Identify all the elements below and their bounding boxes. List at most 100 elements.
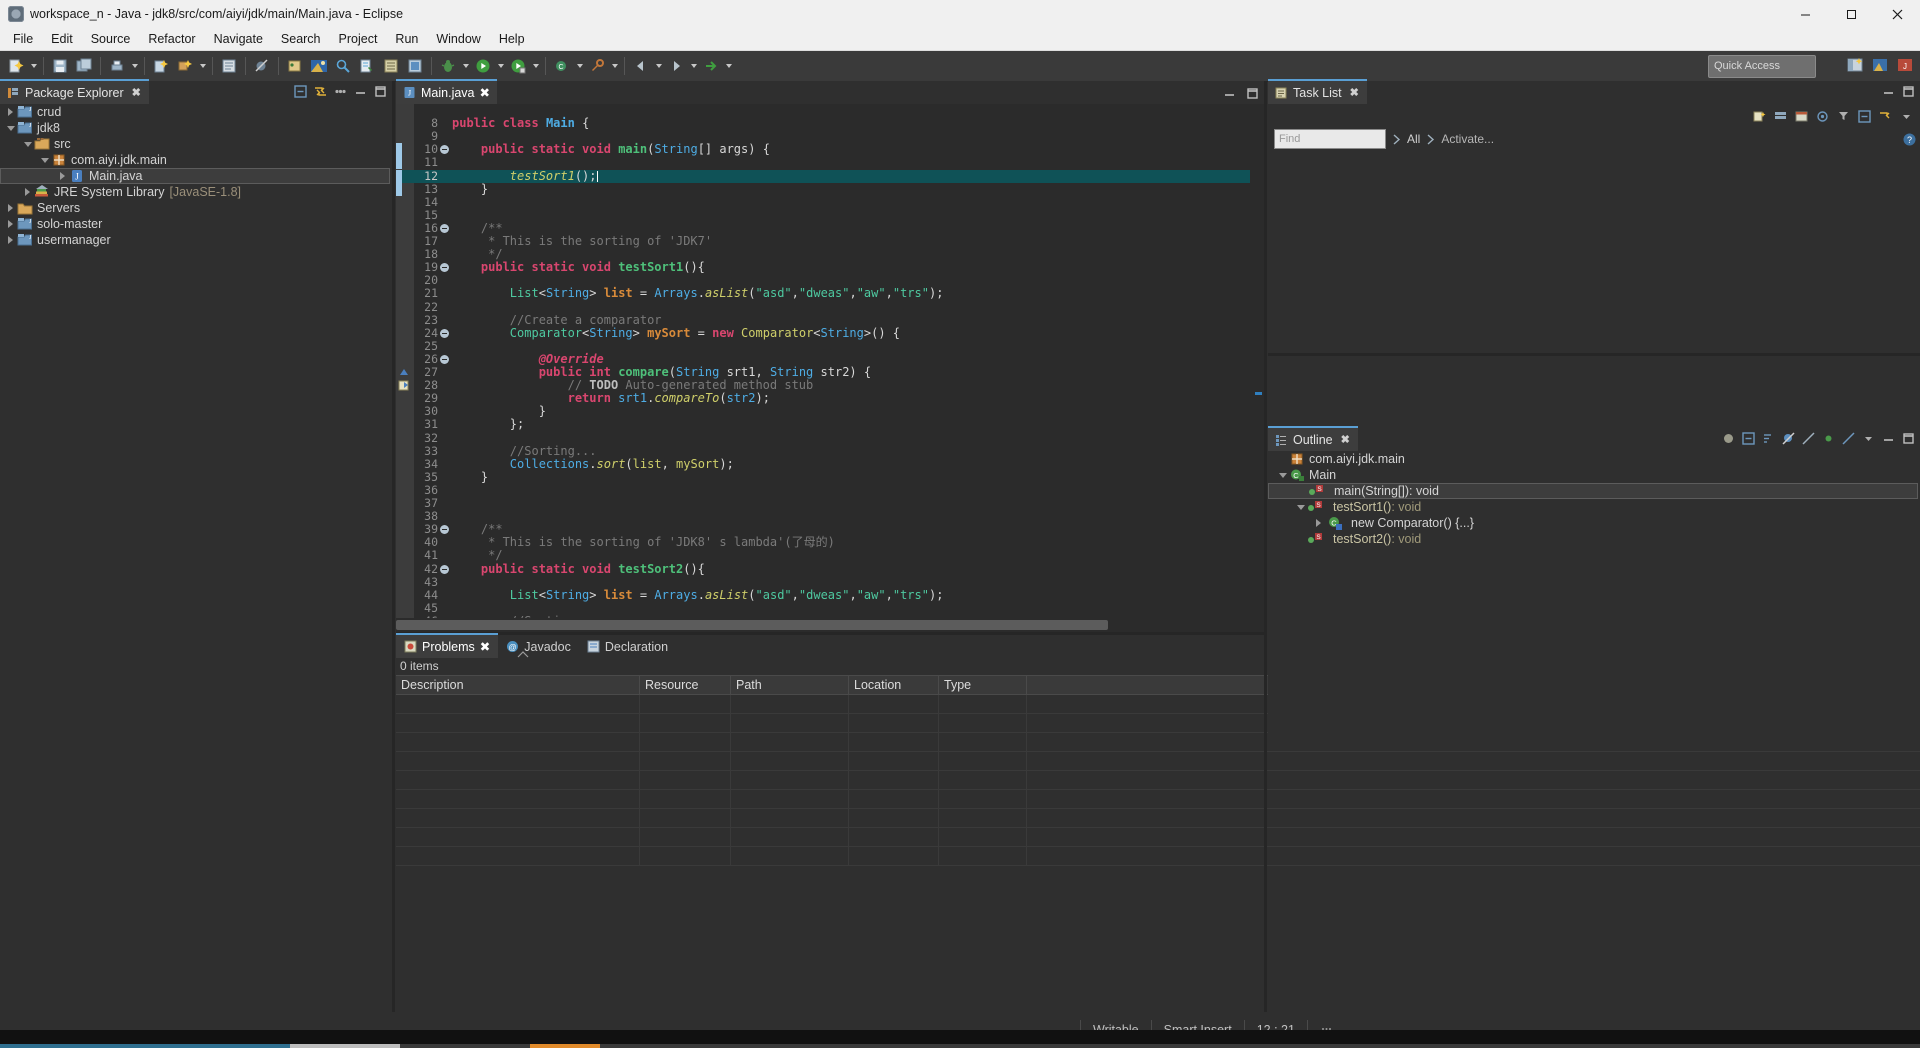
outline-row[interactable]: Cnew Comparator() {...} — [1268, 515, 1920, 531]
new-task-icon[interactable] — [1750, 107, 1769, 126]
close-button[interactable] — [1874, 0, 1920, 28]
code-line[interactable]: 10 public static void main(String[] args… — [396, 143, 1264, 157]
close-icon[interactable]: ✖ — [132, 86, 141, 99]
column-header[interactable]: Type — [939, 676, 1027, 694]
maximize-editor-icon[interactable] — [1243, 84, 1262, 103]
fold-collapse-icon[interactable] — [440, 328, 449, 338]
menu-source[interactable]: Source — [82, 29, 140, 49]
open-type-icon[interactable] — [218, 55, 240, 77]
menu-window[interactable]: Window — [427, 29, 489, 49]
print-dropdown-icon[interactable] — [129, 55, 140, 77]
twisty-expanded-icon[interactable] — [1276, 467, 1289, 483]
table-row[interactable] — [396, 771, 1920, 790]
java-perspective-icon[interactable] — [308, 55, 330, 77]
code-line[interactable]: 19 public static void testSort1(){ — [396, 261, 1264, 274]
link-with-editor-icon[interactable] — [311, 82, 330, 101]
close-icon[interactable]: ✖ — [1350, 86, 1359, 99]
chevron-right-icon-2[interactable] — [1426, 133, 1435, 145]
outline-row[interactable]: com.aiyi.jdk.main — [1268, 451, 1920, 467]
external-tools-dropdown-icon[interactable] — [609, 55, 620, 77]
package-explorer-row[interactable]: Jusermanager — [0, 232, 392, 248]
fold-collapse-icon[interactable] — [440, 263, 449, 273]
maximize-button[interactable] — [1828, 0, 1874, 28]
twisty-collapsed-icon[interactable] — [4, 232, 17, 248]
code-line[interactable]: 21 List<String> list = Arrays.asList("as… — [396, 287, 1264, 300]
task-filter-all[interactable]: All — [1407, 132, 1420, 146]
code-line-highlighted[interactable]: 12 testSort1(); — [396, 169, 1264, 183]
view-menu-icon[interactable] — [331, 82, 350, 101]
twisty-collapsed-icon[interactable] — [4, 216, 17, 232]
task-list-menu-icon[interactable] — [1897, 107, 1916, 126]
twisty-expanded-icon[interactable] — [4, 120, 17, 136]
debug-dropdown-icon[interactable] — [460, 55, 471, 77]
twisty-expanded-icon[interactable] — [1294, 499, 1307, 515]
forward-icon[interactable] — [700, 55, 722, 77]
code-editor[interactable]: 8 public class Main {9 10 public static vo… — [396, 104, 1264, 632]
code-line[interactable]: 14 — [396, 195, 1264, 209]
new-package-dropdown-icon[interactable] — [197, 55, 208, 77]
new-package-icon[interactable] — [174, 55, 196, 77]
maximize-outline-icon[interactable] — [1899, 429, 1918, 448]
code-line[interactable]: 34 Collections.sort(list, mySort); — [396, 457, 1264, 471]
tab-problems[interactable]: Problems ✖ — [396, 633, 499, 658]
hide-fields-icon[interactable] — [1779, 429, 1798, 448]
twisty-collapsed-icon[interactable] — [4, 104, 17, 120]
run-icon[interactable] — [472, 55, 494, 77]
code-line[interactable]: 40 * This is the sorting of 'JDK8' s lam… — [396, 536, 1264, 549]
outline-tree[interactable]: com.aiyi.jdk.main C Main Smain(String[]) : … — [1268, 451, 1920, 736]
next-annotation-icon[interactable] — [665, 55, 687, 77]
search-icon[interactable] — [332, 55, 354, 77]
collapse-tasks-icon[interactable] — [1855, 107, 1874, 126]
categorize-icon[interactable] — [1771, 107, 1790, 126]
quick-access-input[interactable]: Quick Access — [1708, 55, 1816, 78]
fold-collapse-icon[interactable] — [440, 525, 449, 535]
task-activate-link[interactable]: Activate... — [1441, 132, 1494, 146]
package-explorer-row[interactable]: com.aiyi.jdk.main — [0, 152, 392, 168]
table-row[interactable] — [396, 847, 1920, 866]
twisty-collapsed-icon[interactable] — [56, 168, 69, 184]
code-line[interactable]: 24 Comparator<String> mySort = new Compa… — [396, 326, 1264, 340]
twisty-collapsed-icon[interactable] — [21, 184, 34, 200]
code-line[interactable]: 17 * This is the sorting of 'JDK7' — [396, 234, 1264, 248]
minimize-view-icon[interactable] — [351, 82, 370, 101]
task-search-input[interactable]: Find — [1274, 129, 1386, 149]
code-line[interactable]: 15 — [396, 208, 1264, 222]
column-header[interactable]: Description — [396, 676, 640, 694]
menu-help[interactable]: Help — [490, 29, 534, 49]
external-tools-icon[interactable] — [586, 55, 608, 77]
sash-left[interactable] — [392, 81, 395, 1012]
code-line[interactable]: 30 } — [396, 405, 1264, 418]
new-wizard-icon[interactable] — [5, 55, 27, 77]
menu-project[interactable]: Project — [330, 29, 387, 49]
open-task-icon[interactable] — [356, 55, 378, 77]
fold-collapse-icon[interactable] — [440, 223, 449, 233]
open-perspective-icon[interactable] — [1844, 54, 1866, 76]
forward-dropdown-icon[interactable] — [723, 55, 734, 77]
menu-search[interactable]: Search — [272, 29, 330, 49]
focus-on-active-task-icon[interactable] — [1719, 429, 1738, 448]
hide-local-types-icon[interactable] — [1839, 429, 1858, 448]
table-row[interactable] — [396, 752, 1920, 771]
run-external-icon[interactable] — [507, 55, 529, 77]
focus-icon[interactable] — [1813, 107, 1832, 126]
package-explorer-row[interactable]: JRE System Library [JavaSE-1.8] — [0, 184, 392, 200]
print-icon[interactable] — [106, 55, 128, 77]
help-icon[interactable]: ? — [1902, 132, 1917, 147]
sash-right[interactable] — [1264, 81, 1267, 1012]
package-explorer-row[interactable]: Jsolo-master — [0, 216, 392, 232]
column-header[interactable]: Path — [731, 676, 849, 694]
tab-javadoc[interactable]: @ Javadoc — [498, 635, 579, 658]
next-annotation-dropdown-icon[interactable] — [688, 55, 699, 77]
table-row[interactable] — [396, 790, 1920, 809]
sort-outline-icon[interactable] — [1759, 429, 1778, 448]
column-header[interactable]: Location — [849, 676, 939, 694]
perspective-java-icon[interactable] — [1869, 54, 1891, 76]
package-explorer-row[interactable]: src — [0, 136, 392, 152]
editor-code-lines[interactable]: 8 public class Main {9 10 public static vo… — [396, 104, 1264, 632]
link-tasks-icon[interactable] — [1876, 107, 1895, 126]
editor-hscrollbar[interactable] — [396, 618, 1264, 632]
editor-overview-ruler[interactable] — [1250, 104, 1264, 618]
menu-file[interactable]: File — [4, 29, 42, 49]
tab-outline[interactable]: Outline ✖ — [1268, 426, 1358, 451]
editor-hscroll-thumb[interactable] — [396, 620, 1108, 630]
